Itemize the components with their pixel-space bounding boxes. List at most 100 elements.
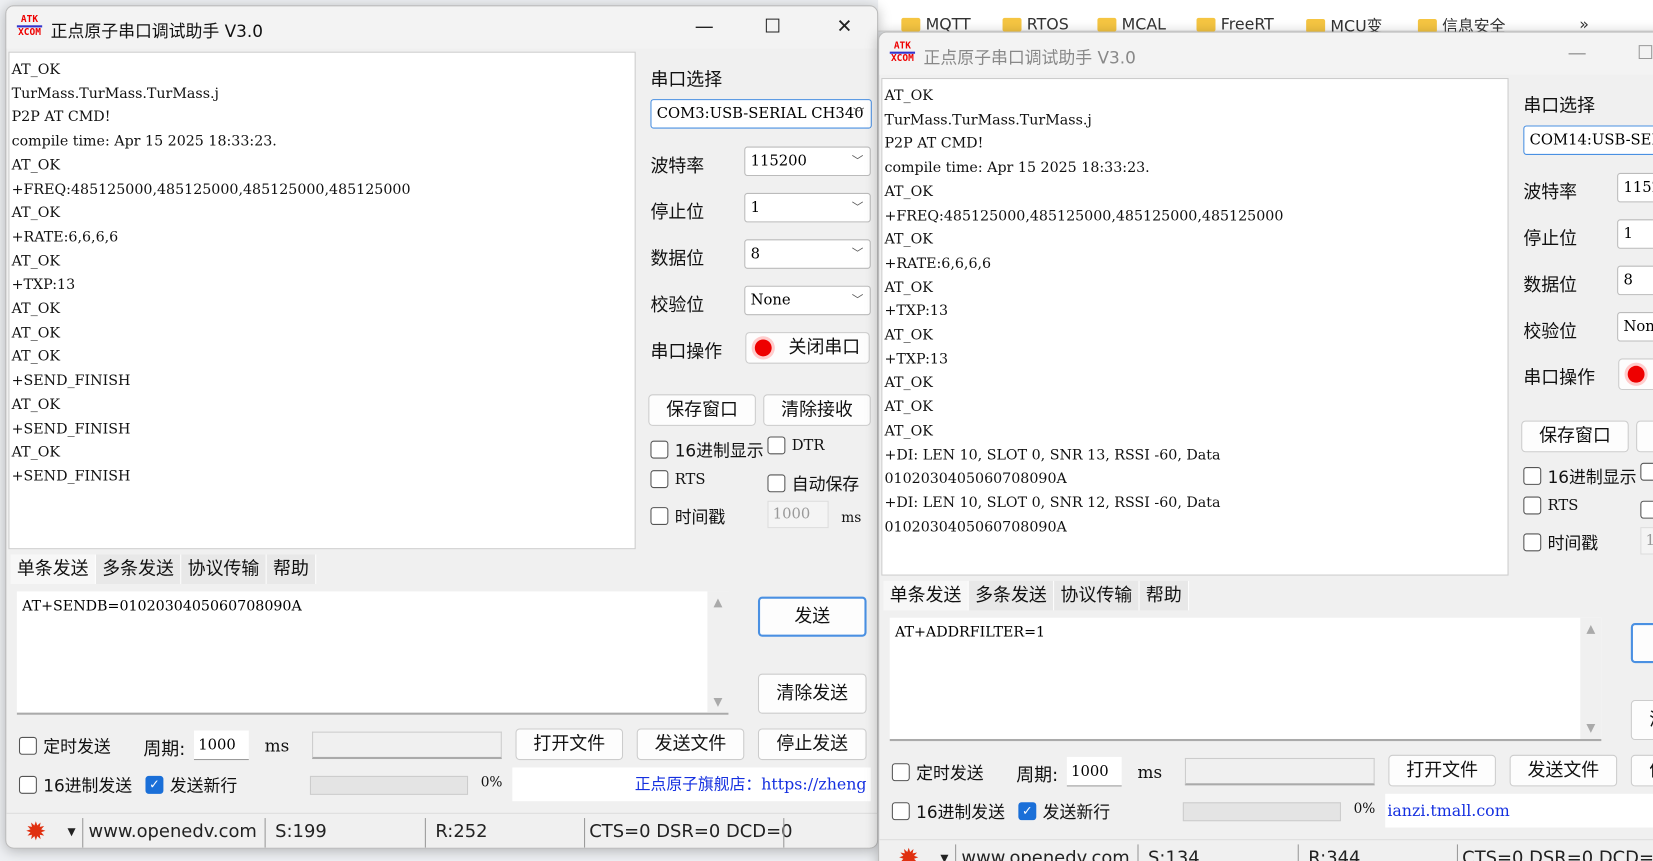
- receive-textarea[interactable]: AT_OK TurMass.TurMass.TurMass.j P2P AT C…: [881, 78, 1509, 576]
- file-path-field[interactable]: [312, 731, 502, 760]
- stop-bits-label: 停止位: [1523, 228, 1578, 250]
- close-port-label: 关闭串口: [788, 337, 861, 359]
- maximize-button[interactable]: ☐: [1625, 39, 1653, 69]
- timestamp-checkbox[interactable]: 时间戳: [1523, 529, 1598, 554]
- send-textarea[interactable]: AT+SENDB=0102030405060708090A ▲ ▼: [16, 591, 729, 715]
- timed-send-checkbox[interactable]: 定时发送: [18, 733, 111, 758]
- stop-bits-select[interactable]: 1﹀: [744, 192, 871, 223]
- hex-send-checkbox[interactable]: 16进制发送: [891, 798, 1005, 823]
- scroll-down-icon[interactable]: ▼: [1580, 721, 1601, 735]
- baud-select[interactable]: 115200﹀: [1617, 172, 1653, 203]
- caret-down-icon[interactable]: ▼: [67, 826, 75, 838]
- checkbox-label: 发送新行: [169, 775, 238, 796]
- receive-textarea[interactable]: AT_OK TurMass.TurMass.TurMass.j P2P AT C…: [8, 51, 636, 550]
- save-window-button[interactable]: 保存窗口: [1521, 420, 1629, 453]
- timestamp-interval-input[interactable]: 1000: [767, 500, 829, 529]
- data-bits-select[interactable]: 8﹀: [1617, 265, 1653, 296]
- store-link[interactable]: 正点原子旗舰店：https://zheng: [512, 767, 871, 802]
- divider: [264, 818, 266, 848]
- data-bits-value: 8: [1623, 271, 1633, 289]
- rts-checkbox[interactable]: RTS: [1523, 496, 1578, 515]
- period-input[interactable]: 1000: [1066, 756, 1122, 787]
- stop-send-button[interactable]: 停止发送: [757, 728, 867, 761]
- auto-save-checkbox[interactable]: 自动保存: [767, 470, 859, 495]
- data-bits-value: 8: [750, 245, 760, 263]
- send-newline-checkbox[interactable]: ✓ 发送新行: [1018, 798, 1110, 823]
- open-file-button[interactable]: 打开文件: [1388, 754, 1496, 787]
- open-file-button[interactable]: 打开文件: [515, 728, 624, 761]
- checkbox-icon: [18, 736, 37, 755]
- caret-down-icon[interactable]: ▼: [940, 853, 948, 861]
- clear-receive-button[interactable]: 清除接收: [1636, 420, 1653, 453]
- send-file-button[interactable]: 发送文件: [1509, 754, 1618, 787]
- website-link[interactable]: www.openedv.com: [961, 848, 1129, 861]
- scroll-up-icon[interactable]: ▲: [707, 596, 728, 610]
- timestamp-checkbox[interactable]: 时间戳: [650, 503, 725, 528]
- tab-single-send[interactable]: 单条发送: [10, 554, 96, 585]
- stop-bits-select[interactable]: 1﹀: [1617, 219, 1653, 249]
- period-label: 周期:: [1016, 765, 1059, 787]
- close-port-button[interactable]: 关闭串口: [745, 332, 870, 364]
- send-newline-checkbox[interactable]: ✓ 发送新行: [145, 772, 237, 797]
- clear-send-button[interactable]: 清除发送: [757, 673, 867, 714]
- send-file-button[interactable]: 发送文件: [636, 728, 745, 761]
- folder-icon: [1417, 18, 1437, 33]
- port-select[interactable]: COM14:USB-SERIAL CH340﹀: [1523, 125, 1653, 155]
- hex-display-checkbox[interactable]: 16进制显示: [1523, 463, 1637, 488]
- scrollbar[interactable]: ▲ ▼: [707, 591, 729, 713]
- folder-icon: [1196, 17, 1216, 32]
- dtr-checkbox[interactable]: DTR: [1640, 462, 1653, 481]
- gear-icon[interactable]: ✹: [25, 818, 46, 845]
- checkbox-label: 定时发送: [916, 763, 984, 784]
- tab-multi-send[interactable]: 多条发送: [968, 580, 1055, 611]
- parity-select[interactable]: None﹀: [1617, 312, 1653, 342]
- file-path-field[interactable]: [1184, 757, 1375, 786]
- save-window-button[interactable]: 保存窗口: [648, 394, 756, 426]
- close-port-button[interactable]: 关闭串口: [1618, 358, 1653, 391]
- checkbox-icon: [18, 775, 37, 794]
- timed-send-checkbox[interactable]: 定时发送: [891, 759, 984, 784]
- stop-bits-value: 1: [1623, 225, 1633, 243]
- maximize-button[interactable]: ☐: [752, 13, 794, 43]
- tab-protocol[interactable]: 协议传输: [1054, 580, 1140, 611]
- minimize-button[interactable]: —: [683, 13, 725, 43]
- tab-protocol[interactable]: 协议传输: [181, 554, 267, 585]
- dtr-checkbox[interactable]: DTR: [767, 436, 824, 455]
- atk-logo: ATK XCOM: [16, 14, 43, 38]
- send-text: AT+ADDRFILTER=1: [895, 624, 1046, 641]
- auto-save-checkbox[interactable]: 自动保存: [1640, 497, 1653, 522]
- hex-display-checkbox[interactable]: 16进制显示: [650, 436, 764, 461]
- gear-icon[interactable]: ✹: [898, 844, 919, 861]
- tab-multi-send[interactable]: 多条发送: [95, 554, 182, 585]
- tab-single-send[interactable]: 单条发送: [883, 580, 969, 611]
- scroll-up-icon[interactable]: ▲: [1580, 622, 1601, 636]
- baud-select[interactable]: 115200﹀: [744, 146, 871, 177]
- clear-receive-button[interactable]: 清除接收: [763, 394, 871, 426]
- scroll-down-icon[interactable]: ▼: [707, 695, 728, 709]
- minimize-button[interactable]: —: [1556, 39, 1598, 69]
- send-textarea[interactable]: AT+ADDRFILTER=1 ▲ ▼: [889, 617, 1602, 742]
- window-title: 正点原子串口调试助手 V3.0: [50, 21, 264, 42]
- data-bits-select[interactable]: 8﹀: [744, 239, 871, 269]
- send-button[interactable]: 发送: [757, 596, 867, 637]
- send-button[interactable]: 发送: [1630, 623, 1653, 664]
- close-button[interactable]: ✕: [823, 13, 865, 43]
- stop-bits-value: 1: [750, 199, 760, 217]
- clear-send-button[interactable]: 清除发送: [1630, 699, 1653, 741]
- timestamp-interval-input[interactable]: 1000: [1640, 527, 1653, 555]
- title-bar[interactable]: ATKXCOM 正点原子串口调试助手 V3.0 — ☐ ✕: [879, 32, 1653, 75]
- title-bar[interactable]: ATKXCOM 正点原子串口调试助手 V3.0 — ☐ ✕: [6, 6, 878, 49]
- website-link[interactable]: www.openedv.com: [89, 821, 257, 842]
- chevron-down-icon: ﹀: [852, 106, 865, 121]
- tab-help[interactable]: 帮助: [266, 554, 317, 585]
- parity-select[interactable]: None﹀: [744, 285, 871, 316]
- stop-send-button[interactable]: 停止发送: [1630, 754, 1653, 787]
- port-select[interactable]: COM3:USB-SERIAL CH340 ﹀: [650, 99, 872, 129]
- store-link[interactable]: ianzi.tmall.com: [1385, 793, 1653, 828]
- tab-help[interactable]: 帮助: [1139, 580, 1190, 611]
- folder-icon: [901, 17, 921, 32]
- rts-checkbox[interactable]: RTS: [650, 470, 706, 489]
- hex-send-checkbox[interactable]: 16进制发送: [18, 772, 132, 797]
- scrollbar[interactable]: ▲ ▼: [1580, 617, 1602, 739]
- period-input[interactable]: 1000: [193, 730, 249, 761]
